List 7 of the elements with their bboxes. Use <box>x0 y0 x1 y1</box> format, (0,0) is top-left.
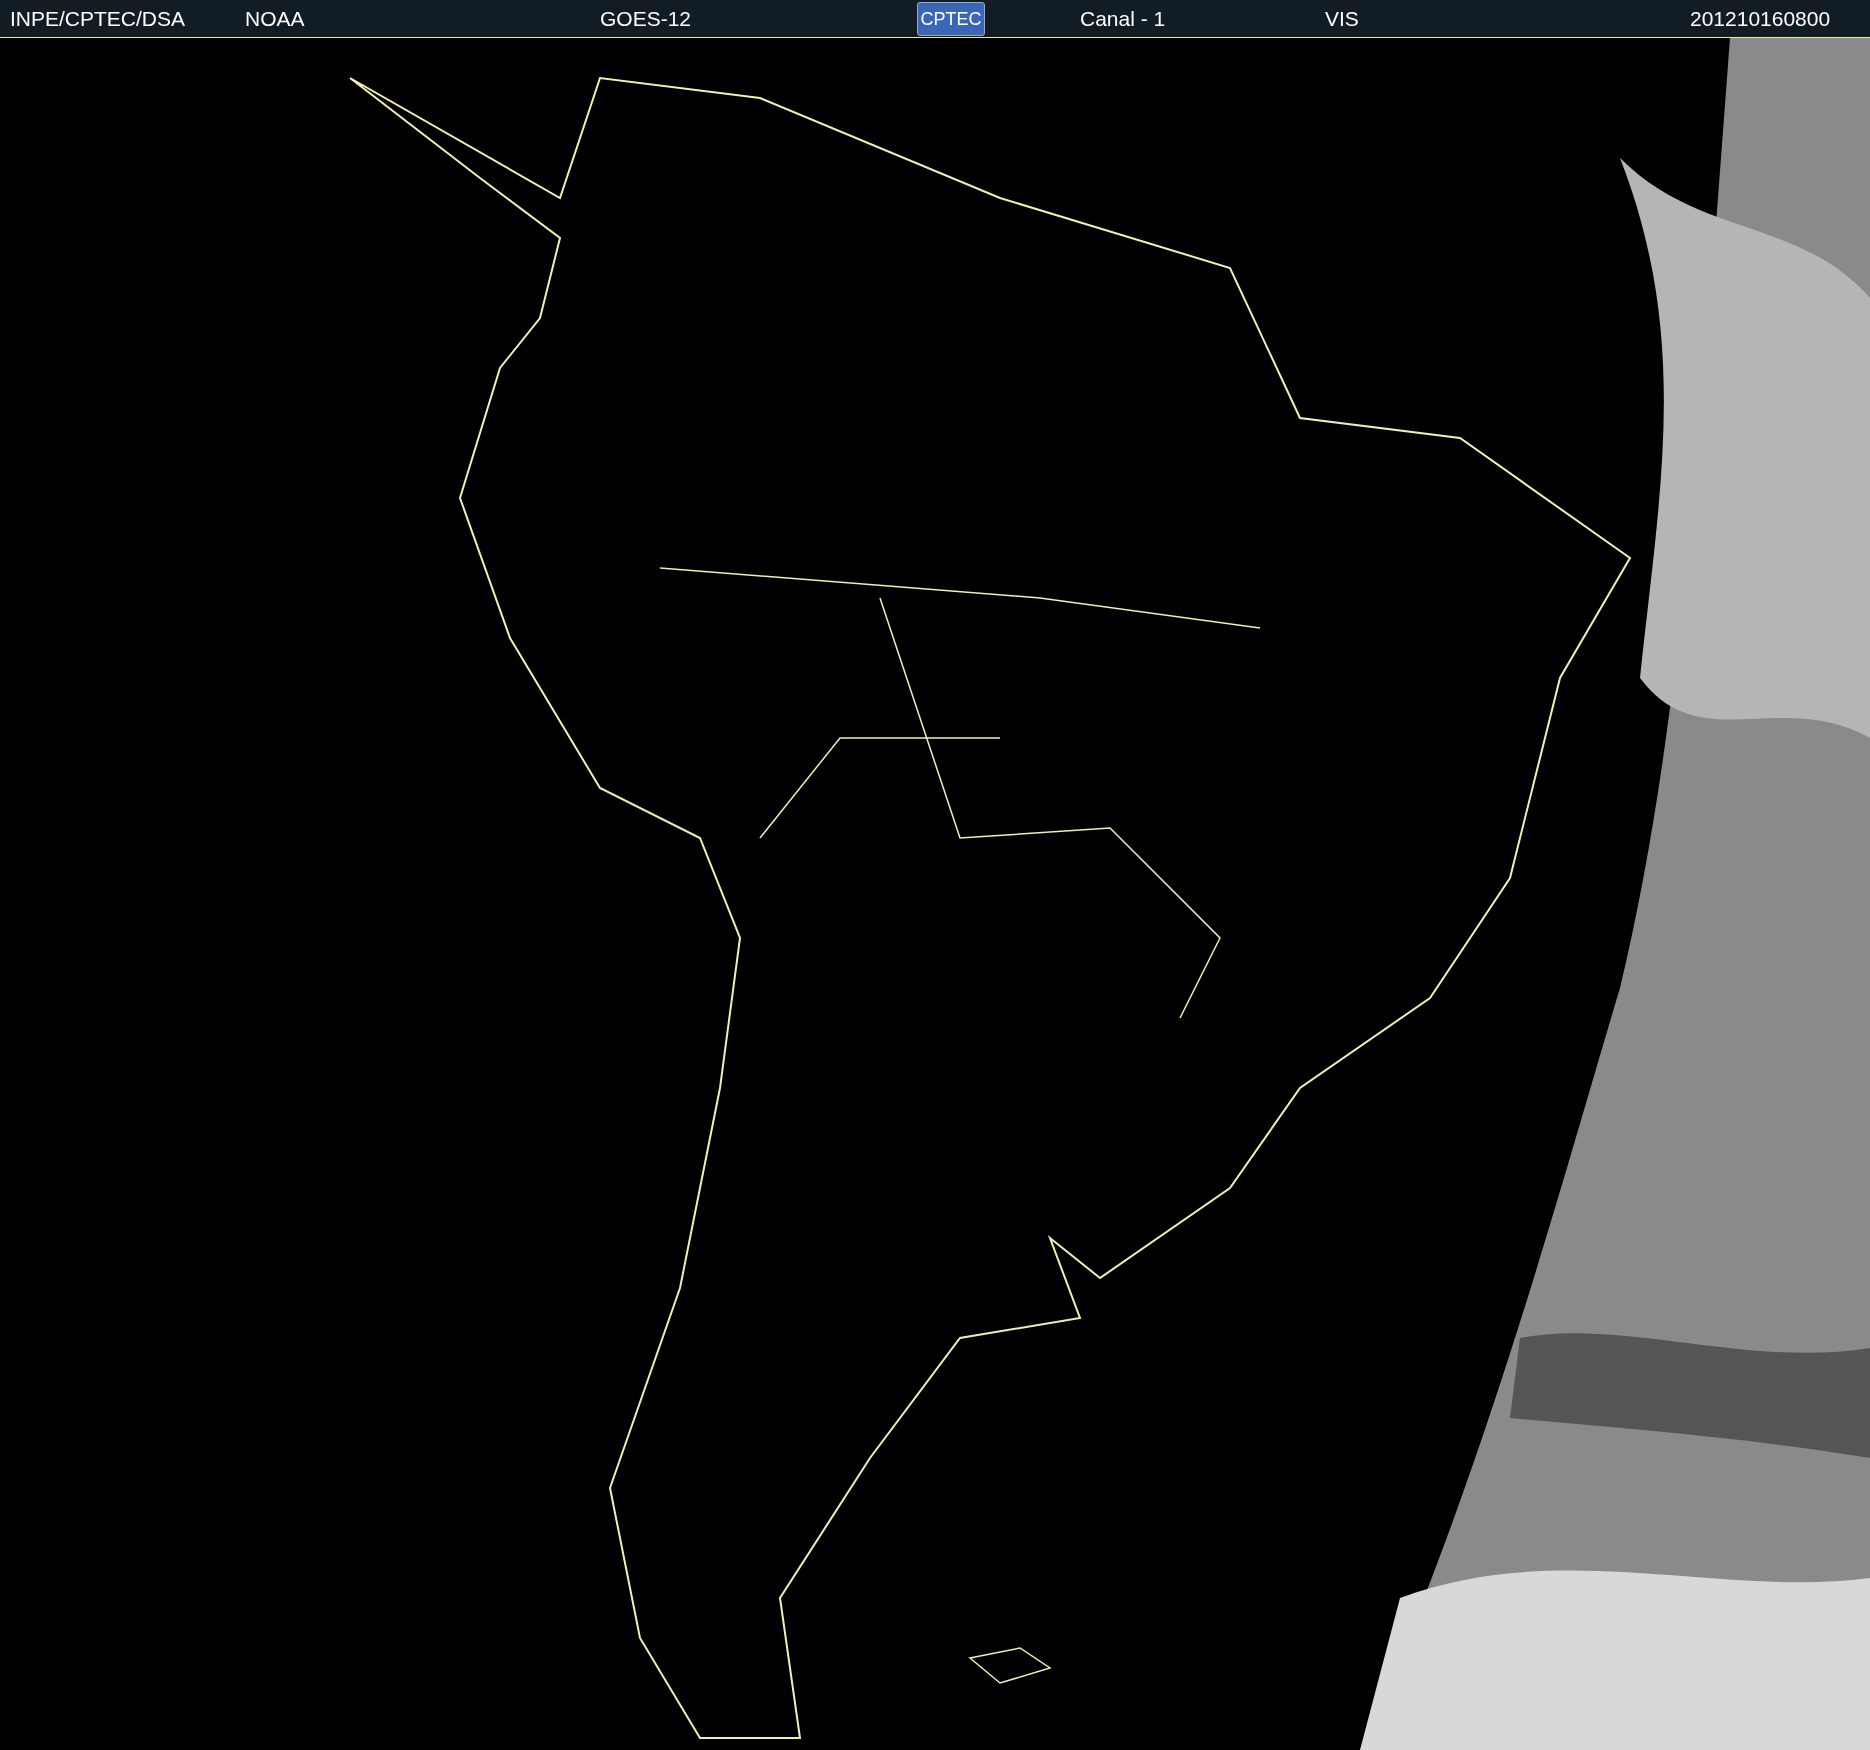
agency-label: NOAA <box>245 8 306 29</box>
satellite-label: GOES-12 <box>600 8 693 29</box>
channel-label: Canal - 1 <box>1080 8 1167 29</box>
logo: CPTEC <box>917 1 985 36</box>
band-label: VIS <box>1325 8 1360 29</box>
timestamp-label: 201210160800 <box>1690 8 1831 29</box>
source-label: INPE/CPTEC/DSA <box>10 8 187 29</box>
